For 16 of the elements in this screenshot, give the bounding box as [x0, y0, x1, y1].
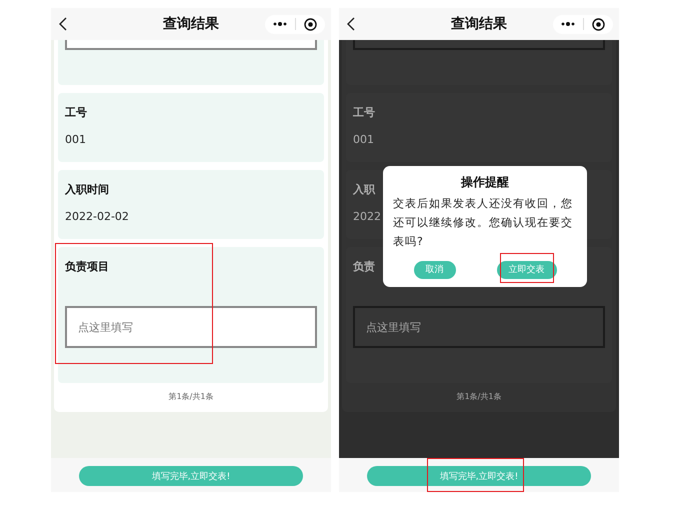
field-value: 001 [65, 133, 86, 146]
page-title: 查询结果 [451, 15, 507, 33]
field-value: 2022 [353, 210, 381, 223]
field-value: 2022-02-02 [65, 210, 129, 223]
page-title: 查询结果 [163, 15, 219, 33]
pager-text: 第1条/共1条 [168, 391, 214, 402]
field-label: 工号 [353, 105, 375, 120]
field-label: 入职 [353, 182, 375, 197]
dialog-message: 交表后如果发表人还没有收回，您还可以继续修改。您确认现在要交表吗? [393, 196, 574, 250]
field-label: 负责 [353, 259, 375, 274]
field-value: 001 [353, 133, 374, 146]
dialog-title: 操作提醒 [460, 174, 510, 191]
field-label: 工号 [65, 105, 87, 120]
field-label: 入职时间 [65, 182, 109, 197]
field-label: 负责项目 [65, 259, 109, 274]
pager-text: 第1条/共1条 [456, 391, 502, 402]
